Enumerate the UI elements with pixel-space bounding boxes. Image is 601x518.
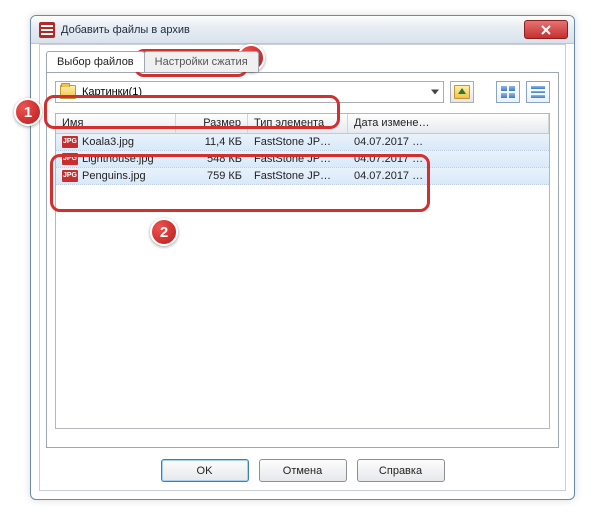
file-row[interactable]: JPG Penguins.jpg 759 КБ FastStone JP… 04.… xyxy=(56,168,549,185)
app-icon xyxy=(39,22,55,38)
jpg-icon: JPG xyxy=(62,153,78,165)
tab-compression-label: Настройки сжатия xyxy=(155,56,248,68)
folder-combo[interactable]: Картинки(1) xyxy=(55,81,444,103)
column-name[interactable]: Имя xyxy=(56,114,176,133)
file-size: 548 КБ xyxy=(176,153,248,165)
tab-content: Картинки(1) Имя Размер Тип эле xyxy=(46,72,559,448)
file-name: Penguins.jpg xyxy=(82,170,146,182)
up-arrow-icon xyxy=(454,85,470,99)
annotation-number: 1 xyxy=(24,104,32,121)
dialog-buttons: OK Отмена Справка xyxy=(40,459,565,482)
column-date[interactable]: Дата измене… xyxy=(348,114,549,133)
file-date: 04.07.2017 … xyxy=(348,136,549,148)
dialog-window: Добавить файлы в архив Выбор файлов Наст… xyxy=(30,15,575,500)
path-toolbar: Картинки(1) xyxy=(55,81,550,103)
window-title: Добавить файлы в архив xyxy=(61,24,190,36)
column-type[interactable]: Тип элемента xyxy=(248,114,348,133)
jpg-icon: JPG xyxy=(62,136,78,148)
list-icon xyxy=(531,86,545,98)
file-listview[interactable]: Имя Размер Тип элемента Дата измене… JPG… xyxy=(55,113,550,429)
ok-label: OK xyxy=(197,465,213,477)
listview-header[interactable]: Имя Размер Тип элемента Дата измене… xyxy=(56,114,549,134)
file-name: Koala3.jpg xyxy=(82,136,134,148)
file-type: FastStone JP… xyxy=(248,136,348,148)
file-date: 04.07.2017 … xyxy=(348,153,549,165)
chevron-down-icon xyxy=(431,90,439,95)
jpg-icon: JPG xyxy=(62,170,78,182)
close-icon xyxy=(541,25,551,35)
up-folder-button[interactable] xyxy=(450,81,474,103)
file-name: Lighthouse.jpg xyxy=(82,153,154,165)
view-list-button[interactable] xyxy=(526,81,550,103)
column-size[interactable]: Размер xyxy=(176,114,248,133)
folder-name: Картинки(1) xyxy=(82,86,142,98)
file-type: FastStone JP… xyxy=(248,153,348,165)
file-date: 04.07.2017 … xyxy=(348,170,549,182)
annotation-badge-1: 1 xyxy=(14,98,42,126)
annotation-badge-2: 2 xyxy=(150,218,178,246)
view-icons-button[interactable] xyxy=(496,81,520,103)
cancel-label: Отмена xyxy=(283,465,322,477)
file-row[interactable]: JPG Koala3.jpg 11,4 КБ FastStone JP… 04.0… xyxy=(56,134,549,151)
help-label: Справка xyxy=(379,465,422,477)
tab-bar: Выбор файлов Настройки сжатия xyxy=(46,51,565,72)
tab-files[interactable]: Выбор файлов xyxy=(46,51,145,72)
cancel-button[interactable]: Отмена xyxy=(259,459,347,482)
help-button[interactable]: Справка xyxy=(357,459,445,482)
grid-icon xyxy=(501,86,515,98)
file-type: FastStone JP… xyxy=(248,170,348,182)
close-button[interactable] xyxy=(524,20,568,39)
tab-compression[interactable]: Настройки сжатия xyxy=(144,51,259,72)
ok-button[interactable]: OK xyxy=(161,459,249,482)
file-size: 11,4 КБ xyxy=(176,136,248,148)
folder-icon xyxy=(60,85,76,99)
client-area: Выбор файлов Настройки сжатия Картинки(1… xyxy=(39,44,566,491)
file-size: 759 КБ xyxy=(176,170,248,182)
tab-files-label: Выбор файлов xyxy=(57,56,134,68)
titlebar[interactable]: Добавить файлы в архив xyxy=(31,16,574,44)
annotation-number: 2 xyxy=(160,224,168,241)
file-row[interactable]: JPG Lighthouse.jpg 548 КБ FastStone JP… 0… xyxy=(56,151,549,168)
